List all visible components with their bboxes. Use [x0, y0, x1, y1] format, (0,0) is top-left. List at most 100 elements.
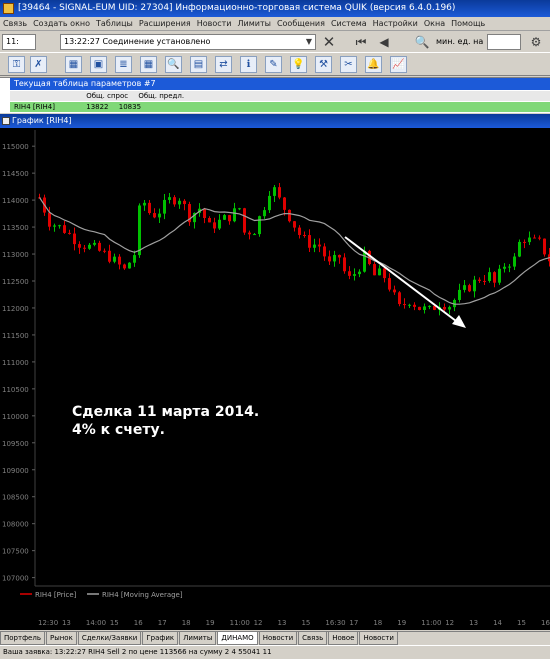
y-tick-label: 109000	[2, 467, 29, 475]
tab-8[interactable]: Новое	[328, 632, 359, 645]
key-icon[interactable]: ⚿	[8, 56, 25, 73]
table-icon[interactable]: ▦	[65, 56, 82, 73]
candle-body	[423, 306, 426, 310]
candle-body	[163, 199, 166, 214]
settings-icon[interactable]: ⚙	[527, 33, 545, 51]
chart-icon[interactable]: 📈	[390, 56, 407, 73]
prev-page-icon[interactable]: ◀	[375, 33, 393, 51]
price-chart[interactable]: 115000 114500 114000 113500 113000 112500 1120…	[0, 128, 550, 630]
menu-item[interactable]: Расширения	[136, 17, 194, 30]
chevron-down-icon[interactable]: ▼	[300, 33, 318, 51]
list-icon[interactable]: ≣	[115, 56, 132, 73]
table-icon[interactable]: ▦	[140, 56, 157, 73]
candle-body	[143, 202, 146, 206]
time-field[interactable]: 11:	[2, 34, 36, 50]
window-title-bar[interactable]: [39464 - SIGNAL-EUM UID: 27304] Информац…	[0, 0, 550, 17]
tab-2[interactable]: Сделки/Заявки	[77, 632, 142, 645]
y-tick-label: 110000	[2, 413, 29, 421]
y-tick-label: 112000	[2, 305, 29, 313]
candle-body	[298, 227, 301, 235]
lightbulb-icon[interactable]: 💡	[290, 56, 307, 73]
transfer-icon[interactable]: ⇄	[215, 56, 232, 73]
scissors-icon[interactable]: ✂	[340, 56, 357, 73]
candle-body	[408, 304, 411, 306]
chart-window-title-bar[interactable]: График [RIH4]	[0, 114, 550, 128]
y-tick-label: 107500	[2, 548, 29, 556]
candle-body	[203, 208, 206, 219]
header-total-demand: Общ. спрос	[86, 92, 129, 100]
menu-item[interactable]: Лимиты	[235, 17, 274, 30]
tab-1[interactable]: Рынок	[45, 632, 77, 645]
x-tick-label: 15	[301, 619, 310, 627]
params-table-header: Общ. спрос Общ. предл.	[10, 91, 550, 101]
y-tick-label: 108500	[2, 494, 29, 502]
candle-body	[273, 187, 276, 196]
menu-item[interactable]: Окна	[421, 17, 448, 30]
y-tick-label: 112500	[2, 278, 29, 286]
candle-body	[303, 234, 306, 236]
chart-svg[interactable]: 115000 114500 114000 113500 113000 112500 1120…	[0, 128, 550, 630]
table-icon[interactable]: ▤	[190, 56, 207, 73]
candle-body	[428, 305, 431, 307]
candle-body	[268, 195, 271, 211]
x-tick-label: 11:00	[230, 619, 250, 627]
candle-body	[538, 237, 541, 239]
tab-4[interactable]: Лимиты	[179, 632, 217, 645]
x-tick-label: 15	[110, 619, 119, 627]
x-tick-label: 18	[182, 619, 191, 627]
candle-body	[173, 197, 176, 205]
candle-body	[123, 264, 126, 269]
candle-body	[178, 200, 181, 205]
candle-body	[323, 246, 326, 257]
connection-status-field[interactable]: 13:22:27 Соединение установлено	[60, 34, 316, 50]
candle-body	[363, 250, 366, 272]
edit-icon[interactable]: ✎	[265, 56, 282, 73]
candle-body	[448, 307, 451, 310]
find-icon[interactable]: 🔍	[413, 33, 431, 51]
candle-body	[133, 255, 136, 263]
app-icon	[3, 3, 14, 14]
close-icon[interactable]: ✕	[320, 33, 338, 51]
search-input[interactable]	[487, 34, 521, 50]
tab-5[interactable]: ДИНАМО	[217, 632, 258, 645]
first-page-icon[interactable]: ⏮	[352, 33, 370, 51]
tab-9[interactable]: Новости	[359, 632, 398, 645]
candle-body	[493, 272, 496, 283]
tab-3[interactable]: График	[142, 632, 179, 645]
y-tick-label: 114000	[2, 197, 29, 205]
candle-body	[113, 256, 116, 262]
tab-7[interactable]: Связь	[298, 632, 328, 645]
candle-body	[233, 208, 236, 222]
tools-icon[interactable]: ⚒	[315, 56, 332, 73]
candle-body	[498, 268, 501, 283]
tab-6[interactable]: Новости	[258, 632, 298, 645]
candle-body	[398, 292, 401, 305]
candle-body	[283, 197, 286, 210]
params-window[interactable]: Текущая таблица параметров #7 Общ. спрос…	[0, 77, 550, 113]
info-icon[interactable]: ℹ	[240, 56, 257, 73]
bell-icon[interactable]: 🔔	[365, 56, 382, 73]
window-tabs: Портфель Рынок Сделки/Заявки График Лимиты ДИ…	[0, 631, 550, 645]
tab-0[interactable]: Портфель	[0, 632, 45, 645]
candle-body	[463, 285, 466, 290]
main-toolbar: 11: 13:22:27 Соединение установлено ▼ ✕ …	[0, 31, 550, 53]
candle-body	[238, 208, 241, 210]
table-row[interactable]: RIH4 [RIH4] 13822 10835	[10, 102, 550, 112]
menu-item[interactable]: Настройки	[370, 17, 421, 30]
menu-item[interactable]: Новости	[194, 17, 235, 30]
candle-body	[258, 216, 261, 235]
candle-body	[88, 244, 91, 249]
menu-item[interactable]: Система	[328, 17, 370, 30]
window-icon[interactable]: ▣	[90, 56, 107, 73]
menu-item[interactable]: Создать окно	[30, 17, 93, 30]
menu-item[interactable]: Помощь	[448, 17, 488, 30]
menu-item[interactable]: Сообщения	[274, 17, 328, 30]
candle-body	[93, 242, 96, 245]
candle-body	[473, 279, 476, 292]
search-icon[interactable]: 🔍	[165, 56, 182, 73]
y-tick-label: 108000	[2, 521, 29, 529]
disconnect-icon[interactable]: ✗	[30, 56, 47, 73]
menu-item[interactable]: Таблицы	[93, 17, 136, 30]
menu-item[interactable]: Связь	[0, 17, 30, 30]
candle-body	[223, 215, 226, 220]
